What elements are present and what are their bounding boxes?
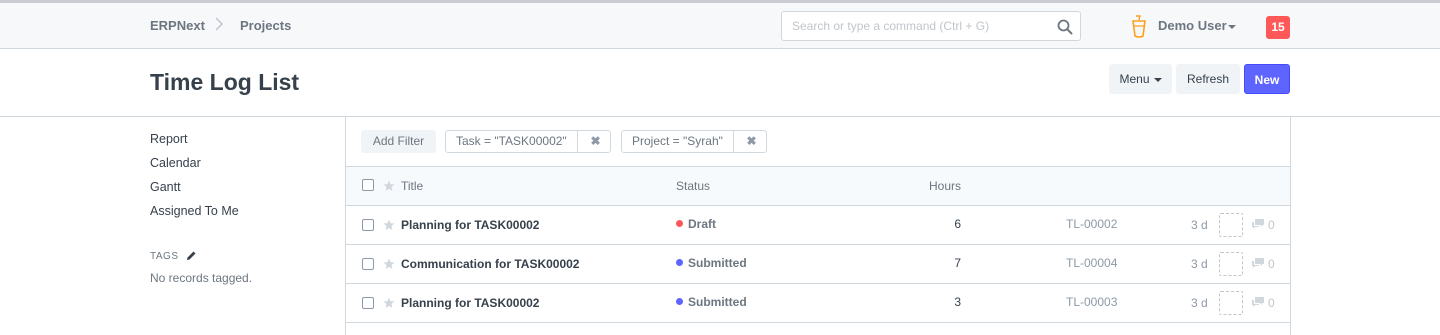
status-dot xyxy=(676,298,683,305)
menu-button[interactable]: Menu xyxy=(1109,64,1172,94)
assign-avatar-placeholder[interactable] xyxy=(1219,291,1243,315)
user-dropdown-caret-icon[interactable] xyxy=(1228,25,1236,29)
select-all-checkbox[interactable] xyxy=(362,179,374,191)
row-title[interactable]: Planning for TASK00002 xyxy=(401,296,539,310)
row-title[interactable]: Communication for TASK00002 xyxy=(401,257,579,271)
status-dot xyxy=(676,220,683,227)
sidebar-item-assigned-to-me[interactable]: Assigned To Me xyxy=(150,204,239,218)
comment-count: 0 xyxy=(1268,257,1275,271)
remove-filter-icon[interactable]: ✖ xyxy=(581,131,610,152)
list-header: Title Status Hours xyxy=(346,167,1290,206)
row-name[interactable]: TL-00002 xyxy=(1066,217,1117,231)
breadcrumb-projects[interactable]: Projects xyxy=(240,18,291,33)
comment-icon[interactable] xyxy=(1251,218,1265,230)
row-hours: 6 xyxy=(954,217,961,231)
refresh-button[interactable]: Refresh xyxy=(1176,64,1240,94)
filter-project: Project = "Syrah" ✖ xyxy=(621,130,767,153)
column-status: Status xyxy=(676,179,711,193)
status-label: Submitted xyxy=(688,295,747,309)
star-icon[interactable] xyxy=(383,219,395,231)
row-age: 3 d xyxy=(1191,257,1208,271)
status-label: Submitted xyxy=(688,256,747,270)
navbar: ERPNext Projects Demo User 15 xyxy=(0,0,1440,49)
user-menu[interactable]: Demo User xyxy=(1158,18,1227,33)
row-hours: 7 xyxy=(954,256,961,270)
assign-avatar-placeholder[interactable] xyxy=(1219,252,1243,276)
filter-bar: Add Filter Task = "TASK00002" ✖ Project … xyxy=(346,117,1290,167)
filter-task: Task = "TASK00002" ✖ xyxy=(445,130,611,153)
search-icon[interactable] xyxy=(1057,19,1073,35)
table-row[interactable]: Planning for TASK00002 Submitted 3 TL-00… xyxy=(346,284,1290,323)
row-name[interactable]: TL-00004 xyxy=(1066,256,1117,270)
row-checkbox[interactable] xyxy=(362,258,374,270)
sidebar-item-calendar[interactable]: Calendar xyxy=(150,156,201,170)
page-head: Time Log List Menu Refresh New xyxy=(0,49,1440,117)
tags-label: TAGS xyxy=(150,251,179,262)
table-row[interactable]: Planning for TASK00002 Draft 6 TL-00002 … xyxy=(346,206,1290,245)
menu-button-label: Menu xyxy=(1119,72,1150,86)
row-checkbox[interactable] xyxy=(362,297,374,309)
row-name[interactable]: TL-00003 xyxy=(1066,295,1117,309)
row-hours: 3 xyxy=(954,295,961,309)
row-checkbox[interactable] xyxy=(362,219,374,231)
row-title[interactable]: Planning for TASK00002 xyxy=(401,218,539,232)
status-label: Draft xyxy=(688,217,717,231)
comment-icon[interactable] xyxy=(1251,257,1265,269)
status-badge: Submitted xyxy=(676,295,747,309)
add-filter-button[interactable]: Add Filter xyxy=(361,130,436,153)
remove-filter-icon[interactable]: ✖ xyxy=(737,131,766,152)
notifications-badge[interactable]: 15 xyxy=(1266,16,1290,39)
column-hours: Hours xyxy=(928,179,961,193)
row-age: 3 d xyxy=(1191,218,1208,232)
page-title: Time Log List xyxy=(150,69,300,95)
column-title: Title xyxy=(401,179,424,193)
status-badge: Submitted xyxy=(676,256,747,270)
status-badge: Draft xyxy=(676,217,716,231)
search-box xyxy=(781,11,1081,41)
row-age: 3 d xyxy=(1191,296,1208,310)
table-row[interactable]: Communication for TASK00002 Submitted 7 … xyxy=(346,245,1290,284)
no-tags-text: No records tagged. xyxy=(150,271,253,285)
sidebar-item-report[interactable]: Report xyxy=(150,132,188,146)
new-button[interactable]: New xyxy=(1244,64,1290,94)
sidebar-item-gantt[interactable]: Gantt xyxy=(150,180,181,194)
filter-project-label[interactable]: Project = "Syrah" xyxy=(622,131,734,152)
user-avatar-icon[interactable] xyxy=(1131,15,1147,39)
search-input[interactable] xyxy=(782,12,1047,40)
chevron-right-icon xyxy=(215,17,223,31)
status-dot xyxy=(676,259,683,266)
comment-icon[interactable] xyxy=(1251,296,1265,308)
list-view: Add Filter Task = "TASK00002" ✖ Project … xyxy=(345,117,1291,335)
star-icon xyxy=(383,180,395,191)
assign-avatar-placeholder[interactable] xyxy=(1219,213,1243,237)
star-icon[interactable] xyxy=(383,297,395,309)
comment-count: 0 xyxy=(1268,296,1275,310)
star-icon[interactable] xyxy=(383,258,395,270)
caret-down-icon xyxy=(1153,77,1162,82)
brand-link[interactable]: ERPNext xyxy=(150,18,205,33)
filter-task-label[interactable]: Task = "TASK00002" xyxy=(446,131,578,152)
comment-count: 0 xyxy=(1268,218,1275,232)
pencil-icon[interactable] xyxy=(186,250,197,261)
